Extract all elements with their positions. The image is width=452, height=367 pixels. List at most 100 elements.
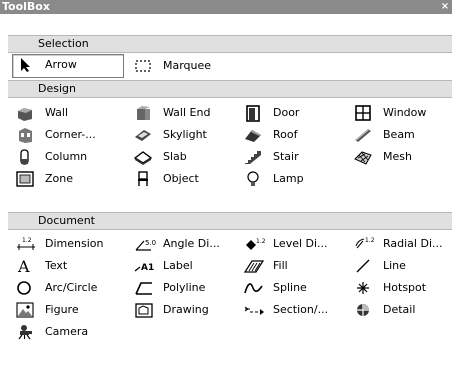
marquee-icon bbox=[134, 58, 152, 74]
tool-level-dimension[interactable]: 1.2 Level Di... bbox=[240, 233, 350, 255]
radial-glyph: 1.2 bbox=[365, 237, 375, 244]
tool-label: Fill bbox=[273, 259, 288, 272]
tool-label: Corner-... bbox=[45, 128, 96, 141]
tool-label: Level Di... bbox=[273, 237, 328, 250]
tool-label: Wall bbox=[45, 106, 69, 119]
tool-radial-dimension[interactable]: 1.2 Radial Di... bbox=[350, 233, 452, 255]
tool-drawing[interactable]: Drawing bbox=[130, 299, 240, 321]
tool-label: Label bbox=[163, 259, 193, 272]
text-icon: A bbox=[16, 257, 34, 276]
tool-arrow[interactable]: Arrow bbox=[12, 54, 124, 78]
tool-column[interactable]: Column bbox=[12, 146, 124, 168]
arc-circle-icon bbox=[16, 280, 34, 296]
tool-fill[interactable]: Fill bbox=[240, 255, 345, 277]
tool-text[interactable]: A Text bbox=[12, 255, 124, 277]
tool-label: Polyline bbox=[163, 281, 206, 294]
tool-marquee[interactable]: Marquee bbox=[130, 55, 240, 77]
tool-section-elevation[interactable]: Section/... bbox=[240, 299, 345, 321]
text-glyph: A bbox=[17, 257, 30, 276]
tool-figure[interactable]: Figure bbox=[12, 299, 124, 321]
tool-polyline[interactable]: Polyline bbox=[130, 277, 240, 299]
section-label: Design bbox=[38, 82, 76, 95]
tool-label: Arrow bbox=[45, 58, 77, 71]
object-icon bbox=[134, 171, 152, 187]
tool-zone[interactable]: Zone bbox=[12, 168, 124, 190]
tool-lamp[interactable]: Lamp bbox=[240, 168, 345, 190]
tool-skylight[interactable]: Skylight bbox=[130, 124, 240, 146]
tool-stair[interactable]: Stair bbox=[240, 146, 345, 168]
tool-wall[interactable]: Wall bbox=[12, 102, 124, 124]
section-header-document[interactable]: Document bbox=[8, 212, 452, 230]
section-label: Document bbox=[38, 214, 95, 227]
figure-icon bbox=[16, 302, 34, 318]
tool-wall-end[interactable]: Wall End bbox=[130, 102, 240, 124]
section-elevation-icon bbox=[244, 302, 264, 318]
tool-slab[interactable]: Slab bbox=[130, 146, 240, 168]
tool-label: Dimension bbox=[45, 237, 104, 250]
tool-corner-window[interactable]: Corner-... bbox=[12, 124, 124, 146]
tool-label: Zone bbox=[45, 172, 74, 185]
angle-glyph: 5.0 bbox=[145, 239, 156, 247]
tool-label: Stair bbox=[273, 150, 299, 163]
tool-label: Window bbox=[383, 106, 427, 119]
section-label: Selection bbox=[38, 37, 89, 50]
tool-detail[interactable]: Detail bbox=[350, 299, 450, 321]
arrow-icon bbox=[16, 57, 34, 73]
tool-roof[interactable]: Roof bbox=[240, 124, 345, 146]
angle-dimension-icon: 5.0 bbox=[134, 236, 156, 252]
tool-window[interactable]: Window bbox=[350, 102, 450, 124]
title-bar[interactable]: ToolBox × bbox=[0, 0, 452, 14]
tool-arc-circle[interactable]: Arc/Circle bbox=[12, 277, 124, 299]
section-header-design[interactable]: Design bbox=[8, 80, 452, 98]
slab-icon bbox=[133, 149, 153, 165]
tool-label: Figure bbox=[45, 303, 79, 316]
tool-label[interactable]: A1 Label bbox=[130, 255, 240, 277]
door-icon bbox=[244, 105, 262, 122]
tool-label: Slab bbox=[163, 150, 187, 163]
mesh-icon bbox=[354, 149, 372, 165]
window-icon bbox=[354, 105, 372, 121]
tool-mesh[interactable]: Mesh bbox=[350, 146, 450, 168]
label-icon: A1 bbox=[134, 258, 154, 274]
corner-window-icon bbox=[16, 127, 34, 143]
close-icon[interactable]: × bbox=[440, 0, 450, 14]
tool-label: Hotspot bbox=[383, 281, 427, 294]
tool-angle-dimension[interactable]: 5.0 Angle Di... bbox=[130, 233, 242, 255]
window-title: ToolBox bbox=[2, 0, 50, 13]
level-glyph: 1.2 bbox=[256, 238, 266, 245]
wall-end-icon bbox=[134, 105, 152, 121]
tool-label: Skylight bbox=[163, 128, 207, 141]
tool-line[interactable]: Line bbox=[350, 255, 450, 277]
tool-label: Line bbox=[383, 259, 406, 272]
tool-label: Object bbox=[163, 172, 199, 185]
tool-object[interactable]: Object bbox=[130, 168, 240, 190]
camera-icon bbox=[16, 324, 34, 340]
column-icon bbox=[16, 149, 34, 165]
radial-dimension-icon: 1.2 bbox=[354, 236, 375, 252]
wall-icon bbox=[16, 105, 34, 121]
tool-label: Wall End bbox=[163, 106, 211, 119]
tool-label: Angle Di... bbox=[163, 237, 220, 250]
detail-icon bbox=[354, 302, 372, 318]
tool-label: Text bbox=[45, 259, 68, 272]
tool-dimension[interactable]: 1.2 Dimension bbox=[12, 233, 130, 255]
tool-door[interactable]: Door bbox=[240, 102, 345, 124]
fill-icon bbox=[243, 258, 265, 274]
tool-hotspot[interactable]: Hotspot bbox=[350, 277, 450, 299]
line-icon bbox=[354, 258, 372, 274]
dimension-icon: 1.2 bbox=[16, 236, 35, 252]
tool-label: Door bbox=[273, 106, 300, 119]
tool-label: Beam bbox=[383, 128, 415, 141]
drawing-icon bbox=[134, 302, 153, 318]
tool-camera[interactable]: Camera bbox=[12, 321, 124, 343]
tool-label: Detail bbox=[383, 303, 416, 316]
tool-label: Section/... bbox=[273, 303, 329, 316]
tool-label: Roof bbox=[273, 128, 298, 141]
tool-beam[interactable]: Beam bbox=[350, 124, 450, 146]
tool-label: Spline bbox=[273, 281, 307, 294]
tool-label: Column bbox=[45, 150, 88, 163]
tool-spline[interactable]: Spline bbox=[240, 277, 345, 299]
tool-label: Lamp bbox=[273, 172, 304, 185]
section-header-selection[interactable]: Selection bbox=[8, 35, 452, 53]
toolbox-window: ToolBox × Selection Arrow Marquee Design… bbox=[0, 0, 452, 367]
